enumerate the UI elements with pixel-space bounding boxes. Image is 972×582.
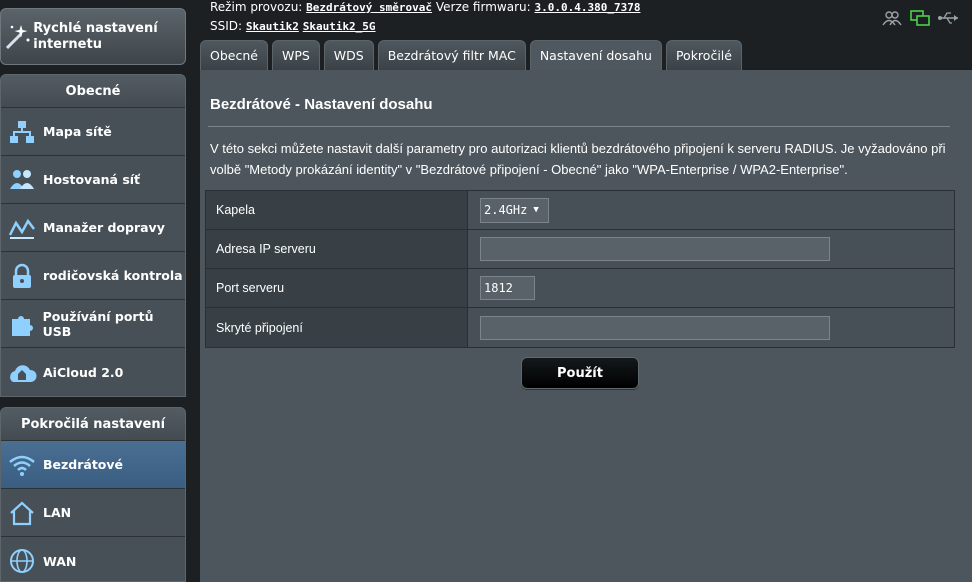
lock-icon <box>1 252 43 300</box>
sidebar-item-network-map[interactable]: Mapa sítě <box>1 108 185 156</box>
ssid-link-24g[interactable]: Skautik2 <box>246 20 299 33</box>
server-port-label: Port serveru <box>206 269 468 307</box>
puzzle-icon <box>1 300 43 348</box>
ssid-row: SSID: Skautik2 Skautik2_5G <box>210 19 376 33</box>
server-ip-input[interactable] <box>480 237 830 261</box>
sidebar-item-aicloud[interactable]: AiCloud 2.0 <box>1 348 185 396</box>
sidebar: Rychlé nastavení internetu Obecné Mapa s… <box>0 0 186 582</box>
sidebar-item-wan[interactable]: WAN <box>1 537 185 581</box>
status-icons <box>882 10 960 30</box>
band-select-value: 2.4GHz <box>484 203 528 217</box>
content-panel: Bezdrátové - Nastavení dosahu V této sek… <box>200 70 972 582</box>
tab-mac-filter[interactable]: Bezdrátový filtr MAC <box>377 40 526 70</box>
sidebar-item-label: Hostovaná síť <box>43 172 141 187</box>
sidebar-item-label: rodičovská kontrola <box>43 268 183 283</box>
page-description: V této sekci můžete nastavit další param… <box>210 141 946 177</box>
traffic-manager-icon <box>1 204 43 252</box>
form-row-band: Kapela 2.4GHz ▼ <box>206 191 954 230</box>
status-header: Režim provozu: Bezdrátový směrovač Verze… <box>200 0 972 38</box>
chevron-down-icon: ▼ <box>533 205 539 215</box>
firmware-version-link[interactable]: 3.0.0.4.380_7378 <box>534 1 640 14</box>
firmware-label: Verze firmwaru: <box>435 0 531 14</box>
sidebar-item-wireless[interactable]: Bezdrátové <box>1 441 185 489</box>
sidebar-item-label: Mapa sítě <box>43 124 112 139</box>
ssid-link-5g[interactable]: Skautik2_5G <box>303 20 376 33</box>
page-title: Bezdrátové - Nastavení dosahu <box>210 96 433 113</box>
sidebar-item-label: AiCloud 2.0 <box>43 364 124 380</box>
cloud-house-icon <box>1 348 43 396</box>
band-label: Kapela <box>206 191 468 229</box>
network-map-icon <box>1 108 43 156</box>
form-row-server-port: Port serveru 1812 <box>206 269 954 308</box>
network-status-icon[interactable] <box>910 10 930 30</box>
ssid-label: SSID: <box>210 19 243 33</box>
server-port-input[interactable]: 1812 <box>480 276 535 300</box>
sidebar-item-label: Manažer dopravy <box>43 220 165 235</box>
sidebar-item-label: Bezdrátové <box>43 457 124 472</box>
tab-professional[interactable]: Pokročilé <box>665 40 742 70</box>
band-select[interactable]: 2.4GHz ▼ <box>480 197 549 223</box>
tab-radius-settings[interactable]: Nastavení dosahu <box>529 40 662 70</box>
sidebar-item-traffic-manager[interactable]: Manažer dopravy <box>1 204 185 252</box>
radius-settings-form: Kapela 2.4GHz ▼ Adresa IP serveru Port s… <box>205 190 955 348</box>
wifi-icon <box>1 441 43 489</box>
operation-mode-link[interactable]: Bezdrátový směrovač <box>306 1 432 14</box>
clients-icon[interactable] <box>882 10 902 30</box>
form-row-server-ip: Adresa IP serveru <box>206 230 954 269</box>
quick-setup-label: Rychlé nastavení internetu <box>33 20 158 52</box>
form-row-connection-secret: Skryté připojení <box>206 308 954 347</box>
operation-mode-row: Režim provozu: Bezdrátový směrovač Verze… <box>210 0 640 14</box>
tab-bar: Obecné WPS WDS Bezdrátový filtr MAC Nast… <box>200 40 742 70</box>
sidebar-item-usb-application[interactable]: Používání portů USB <box>1 300 185 348</box>
tab-wds[interactable]: WDS <box>323 40 374 70</box>
usb-icon[interactable] <box>938 10 960 30</box>
guest-network-icon <box>1 156 43 204</box>
general-menu-title: Obecné <box>1 75 185 108</box>
operation-mode-label: Režim provozu: <box>210 0 303 14</box>
connection-secret-input[interactable] <box>480 315 830 340</box>
server-ip-label: Adresa IP serveru <box>206 230 468 268</box>
connection-secret-label: Skryté připojení <box>206 308 468 347</box>
sidebar-item-label: Používání portů USB <box>42 308 154 339</box>
magic-wand-icon <box>1 22 33 52</box>
home-icon <box>1 489 43 537</box>
title-divider <box>208 126 950 127</box>
general-menu: Obecné Mapa sítě Hostovaná síť Manažer d… <box>0 74 186 397</box>
sidebar-item-label: LAN <box>43 505 72 520</box>
tab-wps[interactable]: WPS <box>271 40 320 70</box>
globe-icon <box>1 537 43 581</box>
apply-button[interactable]: Použít <box>521 357 639 389</box>
sidebar-item-guest-network[interactable]: Hostovaná síť <box>1 156 185 204</box>
sidebar-item-parental-control[interactable]: rodičovská kontrola <box>1 252 185 300</box>
tab-general[interactable]: Obecné <box>200 40 268 70</box>
advanced-menu: Pokročilá nastavení Bezdrátové LAN WAN <box>0 407 186 582</box>
quick-internet-setup-button[interactable]: Rychlé nastavení internetu <box>0 8 186 65</box>
sidebar-item-label: WAN <box>43 553 77 569</box>
sidebar-item-lan[interactable]: LAN <box>1 489 185 537</box>
advanced-menu-title: Pokročilá nastavení <box>1 408 185 441</box>
